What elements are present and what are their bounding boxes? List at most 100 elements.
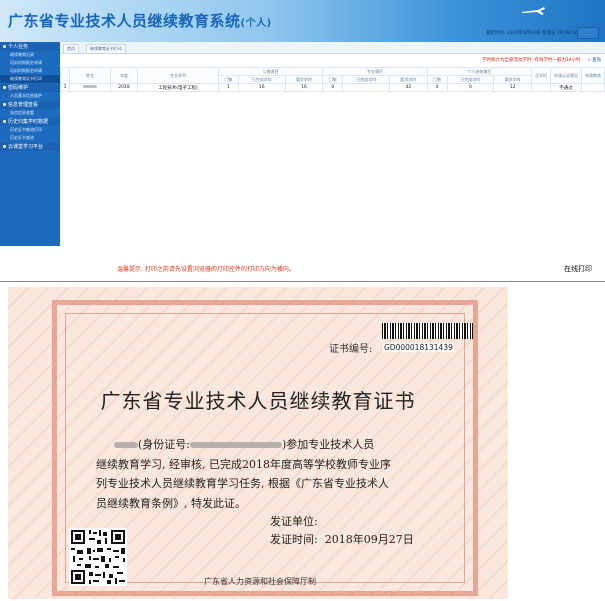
- cert-line-2: 继续教育学习, 经审核, 已完成2018年度高等学校教师专业序: [96, 457, 391, 471]
- sidebar: 个人业务 继续教育记录 培训机构报名申请 培训机构报名申请 继续教育证书打印 密…: [0, 42, 60, 246]
- col-sub-header: 已完成学时: [237, 75, 286, 84]
- sidebar-item-label: 密码维护: [8, 85, 29, 91]
- cell-apply: [581, 83, 605, 92]
- query-label: 查询: [592, 58, 601, 63]
- cert-date-label: 发证时间:: [270, 533, 318, 546]
- sidebar-item-label: 人员基本信息维护: [10, 93, 42, 98]
- cert-id-suffix: )参加专业技术人员: [282, 438, 375, 451]
- col-header-major: 专业课目: [322, 67, 428, 76]
- sidebar-item-training-apply[interactable]: 培训机构报名申请: [0, 59, 60, 67]
- col-sub-header: 要求学时: [493, 75, 532, 84]
- col-header-elective: 个人选修课目: [426, 67, 533, 76]
- sidebar-item-discredit[interactable]: 失信信息查看: [0, 109, 60, 117]
- query-button[interactable]: ⌕ 查询: [588, 58, 601, 63]
- sidebar-group-info[interactable]: 信息管理查看: [0, 101, 60, 109]
- sidebar-item-label: 继续教育证书打印: [10, 76, 42, 81]
- notice-text: 学时统计为全部活动学时, 有效学时一般为24小时: [482, 58, 581, 63]
- cert-date-value: 2018年09月27日: [324, 533, 414, 546]
- col-sub-header: 要求学时: [388, 75, 428, 84]
- records-table: 姓名 年度 专业系列 公需课目 专业课目 个人选修课目 总学时 申请认证情况 申…: [60, 67, 605, 92]
- col-header-apply: 申请教育: [581, 67, 605, 84]
- sidebar-item-cert-print[interactable]: 继续教育证书打印: [0, 75, 60, 83]
- cert-line-4: 员继续教育条例》, 特发此证。: [96, 496, 246, 510]
- online-print-button[interactable]: 在线打印: [563, 263, 593, 275]
- sidebar-item-records[interactable]: 继续教育记录: [0, 51, 60, 59]
- cert-number: GD000018131439: [383, 343, 454, 352]
- airplane-icon: [521, 7, 545, 15]
- main-panel: 首页 继续教育证书打印 学时统计为全部活动学时, 有效学时一般为24小时 ⌕ 查…: [60, 42, 605, 246]
- app-title-text: 广东省专业技术人员继续教育系统: [8, 12, 241, 30]
- sidebar-item-label: 云课堂学习平台: [8, 144, 44, 150]
- col-sub-header: 门数: [218, 75, 239, 84]
- cell-year: 2018: [110, 83, 138, 92]
- cert-bureau: 广东省人力资源和社会保障厅制: [204, 577, 316, 586]
- cell-elective-count: 0: [426, 83, 448, 92]
- bullet-icon: [3, 103, 6, 106]
- sidebar-item-history-query[interactable]: 历史证书查询: [0, 134, 60, 142]
- cell-status: 不通过: [550, 83, 582, 92]
- divider: [0, 281, 605, 282]
- col-sub-header: 门数: [322, 75, 344, 84]
- tab-home[interactable]: 首页: [63, 44, 79, 53]
- cell-major-done: [342, 83, 390, 92]
- col-header-index: [60, 67, 70, 84]
- cell-name: [69, 83, 111, 92]
- header-datetime: 最近时间: 2019年6月14日 星期五 19:09:52: [485, 31, 577, 36]
- sidebar-item-label: 培训机构报名申请: [10, 68, 42, 73]
- cert-line-3: 列专业技术人员继续教育学习任务, 根据《广东省专业技术人: [96, 477, 389, 490]
- cell-major-count: 0: [322, 83, 344, 92]
- app-title-suffix: (个人): [240, 18, 272, 29]
- cell-elective-done: 0: [446, 83, 495, 92]
- col-sub-header: 门数: [426, 75, 448, 84]
- app-title: 广东省专业技术人员继续教育系统(个人): [8, 10, 272, 31]
- cert-issuer: 发证单位:: [270, 513, 318, 529]
- sidebar-item-profile[interactable]: 人员基本信息维护: [0, 92, 60, 100]
- cell-series: 工程技术(电子工程): [137, 83, 219, 92]
- app-header: 广东省专业技术人员继续教育系统(个人) 最近时间: 2019年6月14日 星期五…: [0, 0, 605, 42]
- cert-issuer-label: 发证单位:: [270, 515, 318, 528]
- sidebar-group-cloud[interactable]: 云课堂学习平台: [0, 143, 60, 151]
- sidebar-group-personal[interactable]: 个人业务: [0, 43, 60, 51]
- cell-elective-required: 12: [493, 83, 532, 92]
- col-header-public: 公需课目: [217, 67, 324, 76]
- sidebar-group-password[interactable]: 密码维护: [0, 84, 60, 92]
- cell-major-required: 42: [388, 83, 428, 92]
- bullet-icon: [3, 45, 6, 48]
- col-sub-header: 已完成学时: [446, 75, 495, 84]
- table-row[interactable]: 1 2018 工程技术(电子工程) 1 16 16 0 42 0 0 12 不通…: [60, 83, 605, 92]
- cert-issue-date: 发证时间: 2018年09月27日: [270, 531, 414, 547]
- cert-id-prefix: (身份证号:: [138, 438, 190, 451]
- bullet-icon: [3, 86, 6, 89]
- cert-title: 广东省专业技术人员继续教育证书: [100, 389, 416, 413]
- col-header-total: 总学时: [531, 67, 551, 84]
- redacted-name: [83, 85, 97, 88]
- sidebar-item-label: 历史证书查询打印: [10, 127, 42, 132]
- barcode-image: [382, 323, 473, 339]
- col-sub-header: 要求学时: [284, 75, 324, 84]
- cert-number-label: 证书编号:: [329, 344, 373, 355]
- tab-cert-print[interactable]: 继续教育证书打印: [86, 44, 126, 53]
- cert-body: (身份证号: )参加专业技术人员 继续教育学习, 经审核, 已完成2018年度高等…: [96, 435, 496, 513]
- sidebar-item-label: 培训机构报名申请: [10, 60, 42, 65]
- col-sub-header: 已完成学时: [342, 75, 390, 84]
- cell-public-required: 16: [284, 83, 324, 92]
- sidebar-group-history[interactable]: 历史归集学时数据: [0, 118, 60, 126]
- bullet-icon: [3, 120, 6, 123]
- sidebar-item-label: 继续教育记录: [10, 52, 34, 57]
- qr-code-image: [69, 528, 127, 586]
- cell-index: 1: [60, 83, 70, 92]
- col-header-year: 年度: [110, 67, 138, 84]
- logout-button[interactable]: [577, 27, 599, 39]
- table-header-row: 姓名 年度 专业系列 公需课目 专业课目 个人选修课目 总学时 申请认证情况 申…: [60, 67, 605, 84]
- tab-bar: 首页 继续教育证书打印: [60, 42, 605, 54]
- certificate: 证书编号: GD000018131439 广东省专业技术人员继续教育证书 (身份…: [8, 287, 508, 599]
- print-tip: 温馨提示: 打印之前请先设置浏览器的打印控件的打印方向为横向。: [117, 266, 295, 273]
- redacted-id: [190, 442, 282, 448]
- redacted-name: [114, 442, 138, 448]
- sidebar-item-training-apply-2[interactable]: 培训机构报名申请: [0, 67, 60, 75]
- cert-line-1: (身份证号: )参加专业技术人员: [96, 435, 496, 455]
- col-header-name: 姓名: [69, 67, 111, 84]
- sidebar-item-history-print[interactable]: 历史证书查询打印: [0, 126, 60, 134]
- bullet-icon: [3, 145, 6, 148]
- col-header-series: 专业系列: [137, 67, 219, 84]
